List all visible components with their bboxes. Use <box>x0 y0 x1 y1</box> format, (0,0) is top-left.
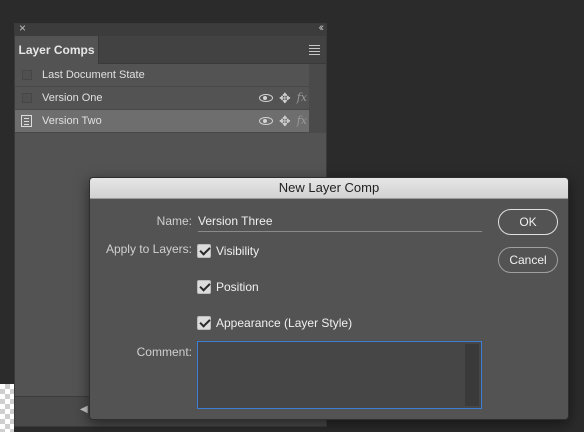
layer-comp-row[interactable]: Version One ✥ fx <box>15 87 310 110</box>
appearance-label: Appearance (Layer Style) <box>216 316 353 330</box>
fx-icon[interactable]: fx <box>297 115 307 127</box>
panel-header: Layer Comps <box>15 36 326 64</box>
apply-comp-checkbox[interactable] <box>22 93 32 103</box>
position-checkbox[interactable] <box>197 280 211 294</box>
visibility-eye-icon[interactable] <box>258 94 273 102</box>
tab-layer-comps[interactable]: Layer Comps <box>15 36 99 64</box>
layer-comp-icon[interactable] <box>21 115 32 127</box>
cancel-button[interactable]: Cancel <box>498 247 558 273</box>
layer-comp-row-selected[interactable]: Version Two ✥ fx <box>15 110 310 133</box>
comment-scrollbar[interactable] <box>465 344 479 406</box>
visibility-eye-icon[interactable] <box>258 117 273 125</box>
visibility-label: Visibility <box>216 244 260 258</box>
comp-option-icons: ✥ fx <box>258 110 307 132</box>
appearance-checkbox[interactable] <box>197 316 211 330</box>
ok-button[interactable]: OK <box>498 209 558 235</box>
position-move-icon[interactable]: ✥ <box>279 114 291 128</box>
new-layer-comp-dialog: New Layer Comp Name: Version Three Apply… <box>89 177 569 420</box>
panel-menu-icon[interactable] <box>309 45 320 57</box>
previous-comp-icon[interactable]: ◀ <box>80 404 88 415</box>
apply-to-layers-label: Apply to Layers: <box>105 242 192 256</box>
panel-topbar: × ‹‹ <box>15 22 326 36</box>
comment-label: Comment: <box>136 345 192 359</box>
layer-comp-list: Last Document State Version One ✥ fx Ver… <box>15 64 310 133</box>
apply-comp-checkbox[interactable] <box>22 70 32 80</box>
layer-comp-name: Version Two <box>42 115 102 127</box>
fx-icon[interactable]: fx <box>297 92 307 104</box>
name-field[interactable]: Version Three <box>198 213 482 232</box>
close-icon[interactable]: × <box>19 22 26 34</box>
comp-option-icons: ✥ fx <box>258 87 307 109</box>
name-label: Name: <box>156 214 192 228</box>
panel-scrollbar[interactable] <box>309 64 326 133</box>
layer-comp-name: Last Document State <box>42 69 145 81</box>
visibility-checkbox[interactable] <box>197 244 211 258</box>
dialog-title: New Layer Comp <box>90 178 568 199</box>
collapse-icon[interactable]: ‹‹ <box>319 22 325 34</box>
comment-textarea[interactable] <box>197 341 482 409</box>
position-move-icon[interactable]: ✥ <box>279 91 291 105</box>
transparency-checkerboard <box>0 384 14 432</box>
layer-comp-row[interactable]: Last Document State <box>15 64 310 87</box>
layer-comp-name: Version One <box>42 92 103 104</box>
position-label: Position <box>216 280 259 294</box>
